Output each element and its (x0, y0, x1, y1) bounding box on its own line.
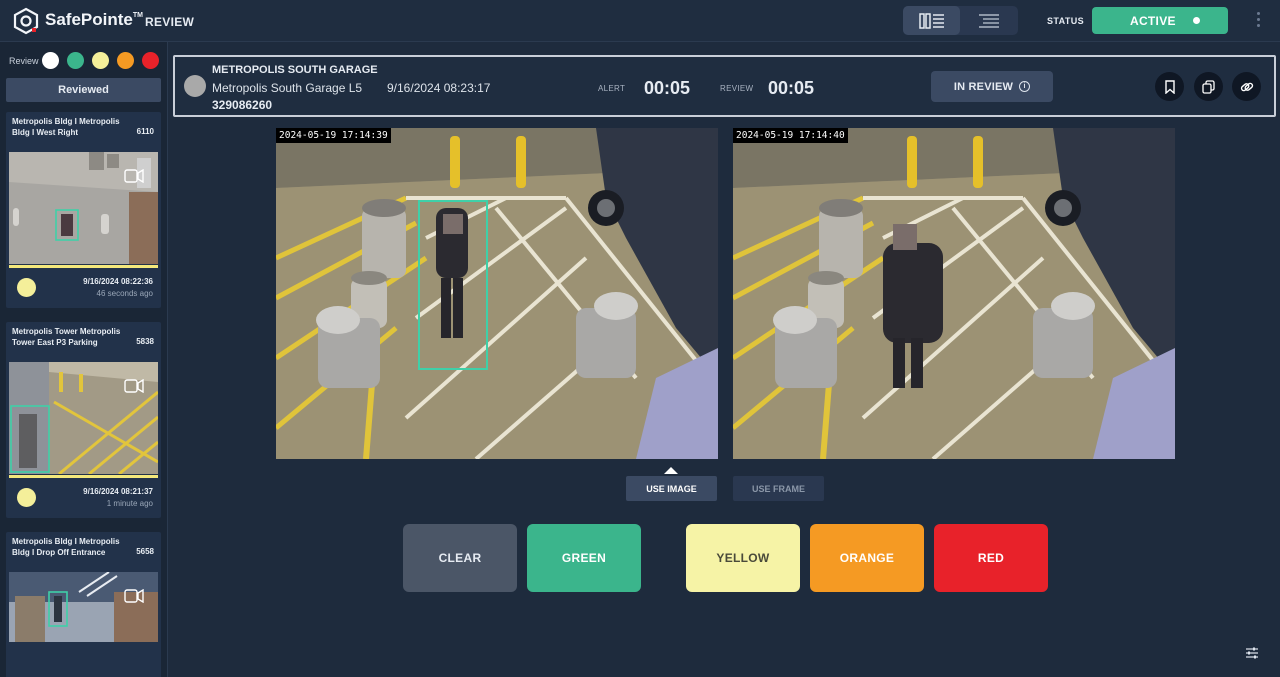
alert-site-name: METROPOLIS SOUTH GARAGE (212, 64, 378, 76)
image-timestamp: 2024-05-19 17:14:39 (276, 128, 391, 143)
alert-header: METROPOLIS SOUTH GARAGE Metropolis South… (173, 55, 1276, 117)
camera-image-left[interactable]: 2024-05-19 17:14:39 (276, 128, 718, 459)
review-filter: Review (9, 52, 167, 69)
card-time-ago: 46 seconds ago (96, 289, 154, 298)
card-title: Metropolis Tower Metropolis Tower East P… (12, 327, 121, 347)
tab-reviewed[interactable]: Reviewed (6, 78, 161, 102)
in-review-label: IN REVIEW (953, 80, 1014, 93)
video-camera-icon[interactable] (124, 169, 144, 183)
clear-button[interactable]: CLEAR (403, 524, 517, 592)
orange-button[interactable]: ORANGE (810, 524, 924, 592)
copy-icon (1202, 79, 1215, 94)
card-code: 5658 (136, 547, 154, 556)
list-view-button[interactable] (960, 6, 1017, 35)
status-indicator-icon (1193, 17, 1200, 24)
status-toggle-button[interactable]: ACTIVE (1092, 7, 1228, 34)
status-label: STATUS (1047, 16, 1085, 26)
selected-mode-caret (664, 467, 678, 474)
section-title: REVIEW (145, 15, 195, 29)
card-title: Metropolis Bldg I Metropolis Bldg I West… (12, 117, 120, 137)
video-camera-icon[interactable] (124, 379, 144, 393)
card-thumbnail (9, 572, 158, 642)
alert-timestamp: 9/16/2024 08:23:17 (387, 81, 491, 95)
camera-image-right[interactable]: 2024-05-19 17:14:40 (733, 128, 1175, 459)
sidebar: Review Reviewed Metropolis Bldg I Metrop… (0, 42, 168, 677)
alert-avatar (184, 75, 206, 97)
link-icon (1240, 82, 1253, 91)
status-value: ACTIVE (1130, 13, 1176, 28)
top-bar: SafePointeTM REVIEW STATUS ACTIVE (0, 0, 1280, 42)
red-button[interactable]: RED (934, 524, 1048, 592)
safepointe-logo-icon (13, 7, 39, 35)
alert-timer: 00:05 (644, 78, 691, 98)
card-date: 9/16/2024 08:22:36 (83, 277, 153, 286)
card-title: Metropolis Bldg I Metropolis Bldg I Drop… (12, 537, 120, 557)
info-icon: i (1019, 81, 1031, 92)
alert-camera-name: Metropolis South Garage L5 (212, 81, 363, 95)
bookmark-button[interactable] (1155, 72, 1184, 101)
image-timestamp: 2024-05-19 17:14:40 (733, 128, 848, 143)
review-timer-label: REVIEW (720, 84, 754, 93)
bookmark-icon (1164, 79, 1175, 94)
brand-name: SafePointeTM (45, 10, 143, 29)
sliders-icon[interactable] (1245, 646, 1259, 660)
alert-card[interactable]: Metropolis Bldg I Metropolis Bldg I West… (6, 112, 161, 308)
card-rating-dot (17, 278, 36, 297)
use-frame-button[interactable]: USE FRAME (733, 476, 824, 501)
link-button[interactable] (1232, 72, 1261, 101)
filter-yellow[interactable] (91, 52, 109, 69)
filter-red[interactable] (141, 52, 159, 69)
filter-orange[interactable] (116, 52, 134, 69)
copy-button[interactable] (1194, 72, 1223, 101)
in-review-button[interactable]: IN REVIEW i (931, 71, 1053, 102)
list-view-icon (978, 13, 999, 28)
filter-white[interactable] (41, 52, 59, 69)
grid-view-button[interactable] (903, 6, 960, 35)
card-date: 9/16/2024 08:21:37 (83, 487, 153, 496)
review-timer: 00:05 (768, 78, 815, 98)
more-options-icon[interactable] (1256, 12, 1262, 30)
alert-card[interactable]: Metropolis Bldg I Metropolis Bldg I Drop… (6, 532, 161, 677)
use-image-button[interactable]: USE IMAGE (626, 476, 717, 501)
card-code: 5838 (136, 337, 154, 346)
alert-id: 329086260 (212, 98, 273, 112)
video-camera-icon[interactable] (124, 589, 144, 603)
card-rating-dot (17, 488, 36, 507)
card-rating-bar (9, 475, 158, 478)
yellow-button[interactable]: YELLOW (686, 524, 800, 592)
alert-card[interactable]: Metropolis Tower Metropolis Tower East P… (6, 322, 161, 518)
filter-label: Review (9, 55, 39, 66)
filter-green[interactable] (66, 52, 84, 69)
alert-timer-label: ALERT (598, 84, 626, 93)
grid-view-icon (918, 12, 944, 29)
green-button[interactable]: GREEN (527, 524, 641, 592)
card-rating-bar (9, 265, 158, 268)
card-time-ago: 1 minute ago (106, 499, 153, 508)
view-toggle (903, 6, 1018, 35)
card-code: 6110 (136, 127, 154, 136)
